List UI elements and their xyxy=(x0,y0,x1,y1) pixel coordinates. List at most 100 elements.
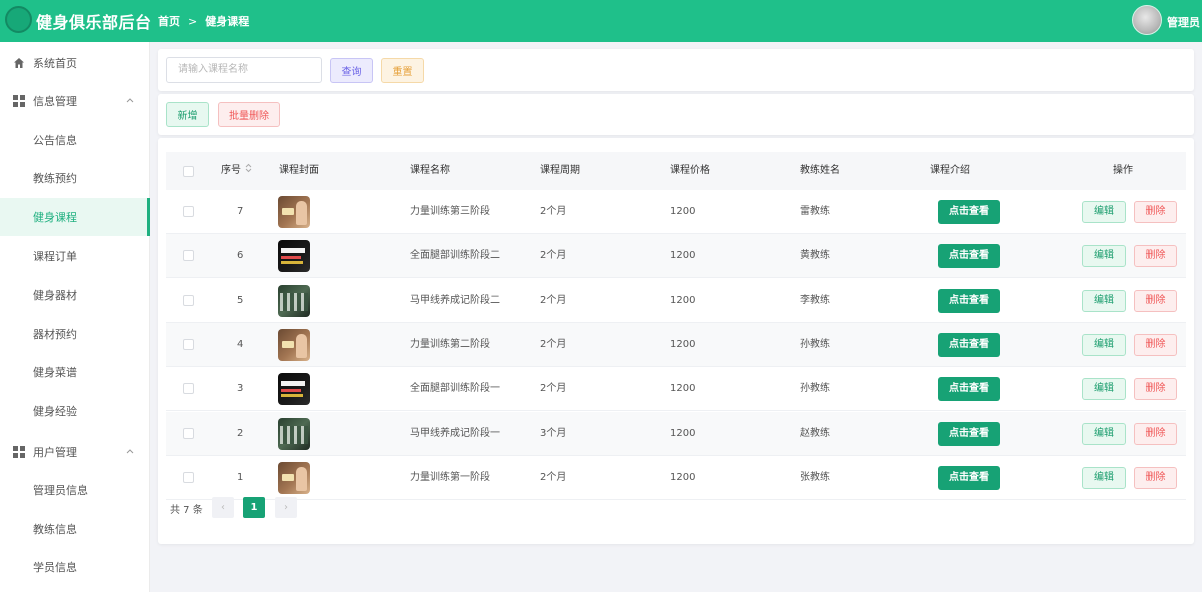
grid-icon xyxy=(13,95,25,107)
edit-button[interactable]: 编辑 xyxy=(1082,422,1126,445)
page-number-button[interactable]: 1 xyxy=(243,497,265,518)
table-header: 序号 课程封面 课程名称 课程周期 课程价格 教练姓名 课程介绍 操作 xyxy=(166,152,1186,190)
course-cover-image xyxy=(278,284,310,317)
delete-button[interactable]: 删除 xyxy=(1134,422,1177,445)
edit-button[interactable]: 编辑 xyxy=(1082,378,1126,401)
view-intro-button[interactable]: 点击查看 xyxy=(938,244,1000,269)
breadcrumb: 首页 > 健身课程 xyxy=(158,13,249,29)
view-intro-button[interactable]: 点击查看 xyxy=(938,332,1000,357)
course-name-search-input[interactable]: 请输入课程名称 xyxy=(166,57,322,83)
cell-coach: 孙教练 xyxy=(800,338,830,350)
cell-no: 6 xyxy=(237,250,244,262)
cell-price: 1200 xyxy=(670,471,696,483)
sidebar-item-label: 健身经验 xyxy=(33,405,77,418)
cell-price: 1200 xyxy=(670,383,696,395)
sidebar-group-users[interactable]: 用户管理 xyxy=(0,433,150,471)
user-name[interactable]: 管理员 xyxy=(1167,14,1200,30)
sidebar-item-equipment[interactable]: 健身器材 xyxy=(0,276,150,314)
cell-no: 1 xyxy=(237,471,244,483)
cell-no: 5 xyxy=(237,294,244,306)
add-button[interactable]: 新增 xyxy=(166,102,209,127)
sidebar-item-admin-info[interactable]: 管理员信息 xyxy=(0,471,150,509)
row-checkbox[interactable] xyxy=(183,383,194,395)
delete-button[interactable]: 删除 xyxy=(1134,466,1177,489)
view-intro-button[interactable]: 点击查看 xyxy=(938,377,1000,402)
select-all-checkbox[interactable] xyxy=(183,166,194,177)
sidebar-item-coach-booking[interactable]: 教练预约 xyxy=(0,159,150,197)
sidebar-item-coach-info[interactable]: 教练信息 xyxy=(0,510,150,548)
sidebar-item-recipe[interactable]: 健身菜谱 xyxy=(0,353,150,391)
prev-page-button[interactable]: ‹ xyxy=(212,497,234,518)
edit-button[interactable]: 编辑 xyxy=(1082,466,1126,489)
breadcrumb-separator: > xyxy=(188,14,198,28)
edit-button[interactable]: 编辑 xyxy=(1082,289,1126,312)
sidebar-item-label: 公告信息 xyxy=(33,134,77,147)
column-header-intro: 课程介绍 xyxy=(930,165,970,176)
cell-coach: 赵教练 xyxy=(800,427,830,439)
batch-delete-button[interactable]: 批量删除 xyxy=(218,102,280,127)
edit-button[interactable]: 编辑 xyxy=(1082,245,1126,268)
logo-icon xyxy=(5,6,32,33)
row-checkbox[interactable] xyxy=(183,206,194,217)
sidebar-item-label: 管理员信息 xyxy=(33,484,88,497)
view-intro-button[interactable]: 点击查看 xyxy=(938,421,1000,446)
view-intro-button[interactable]: 点击查看 xyxy=(938,200,1000,224)
chevron-up-icon xyxy=(126,447,134,457)
top-bar: 健身俱乐部后台 首页 > 健身课程 管理员 xyxy=(0,0,1202,42)
course-cover-image xyxy=(278,417,310,450)
table-row: 6 全面腿部训练阶段二 2个月 1200 黄教练 点击查看 编辑 删除 xyxy=(166,234,1186,279)
sidebar-item-label: 信息管理 xyxy=(33,95,77,108)
delete-button[interactable]: 删除 xyxy=(1134,378,1177,401)
sidebar-item-label: 用户管理 xyxy=(33,446,77,459)
sidebar-item-fitness-course[interactable]: 健身课程 xyxy=(0,198,150,236)
edit-button[interactable]: 编辑 xyxy=(1082,333,1126,356)
column-header-no: 序号 xyxy=(221,165,241,176)
row-checkbox[interactable] xyxy=(183,294,194,306)
course-cover-image xyxy=(278,461,310,494)
delete-button[interactable]: 删除 xyxy=(1134,333,1177,356)
sidebar-item-notice[interactable]: 公告信息 xyxy=(0,121,150,159)
cell-coach: 孙教练 xyxy=(800,383,830,395)
row-checkbox[interactable] xyxy=(183,338,194,350)
breadcrumb-home[interactable]: 首页 xyxy=(158,13,180,29)
view-intro-button[interactable]: 点击查看 xyxy=(938,288,1000,313)
row-checkbox[interactable] xyxy=(183,427,194,439)
delete-button[interactable]: 删除 xyxy=(1134,289,1177,312)
pagination-total: 共 7 条 xyxy=(170,505,203,516)
cell-period: 2个月 xyxy=(540,206,567,217)
actions-panel: 新增 批量删除 xyxy=(158,94,1194,135)
sidebar-item-home[interactable]: 系统首页 xyxy=(0,44,150,82)
next-page-button[interactable]: › xyxy=(275,497,297,518)
table-row: 7 力量训练第三阶段 2个月 1200 雷教练 点击查看 编辑 删除 xyxy=(166,190,1186,234)
avatar[interactable] xyxy=(1132,5,1162,35)
cell-period: 3个月 xyxy=(540,427,567,439)
table-row: 3 全面腿部训练阶段一 2个月 1200 孙教练 点击查看 编辑 删除 xyxy=(166,367,1186,412)
sidebar-item-equipment-booking[interactable]: 器材预约 xyxy=(0,315,150,353)
cell-course-name: 马甲线养成记阶段二 xyxy=(410,294,500,306)
cell-period: 2个月 xyxy=(540,471,567,483)
course-cover-image xyxy=(278,373,310,406)
column-header-actions: 操作 xyxy=(1113,165,1133,176)
course-cover-image xyxy=(278,328,310,361)
sidebar-group-info[interactable]: 信息管理 xyxy=(0,82,150,120)
sidebar-item-label: 器材预约 xyxy=(33,328,77,341)
row-checkbox[interactable] xyxy=(183,471,194,483)
cell-period: 2个月 xyxy=(540,383,567,395)
sidebar-item-course-order[interactable]: 课程订单 xyxy=(0,237,150,275)
reset-button[interactable]: 重置 xyxy=(381,58,424,83)
column-header-cover: 课程封面 xyxy=(279,165,319,176)
cell-course-name: 全面腿部训练阶段一 xyxy=(410,383,500,395)
delete-button[interactable]: 删除 xyxy=(1134,201,1177,223)
cell-course-name: 马甲线养成记阶段一 xyxy=(410,427,500,439)
view-intro-button[interactable]: 点击查看 xyxy=(938,465,1000,490)
sidebar-item-experience[interactable]: 健身经验 xyxy=(0,392,150,430)
table-row: 5 马甲线养成记阶段二 2个月 1200 李教练 点击查看 编辑 删除 xyxy=(166,278,1186,323)
table-panel: 序号 课程封面 课程名称 课程周期 课程价格 教练姓名 课程介绍 操作 7 力量训… xyxy=(158,138,1194,544)
query-button[interactable]: 查询 xyxy=(330,58,373,83)
cell-no: 3 xyxy=(237,383,244,395)
edit-button[interactable]: 编辑 xyxy=(1082,201,1126,223)
sort-icon[interactable] xyxy=(245,152,252,190)
sidebar-item-member-info[interactable]: 学员信息 xyxy=(0,548,150,586)
row-checkbox[interactable] xyxy=(183,250,194,262)
delete-button[interactable]: 删除 xyxy=(1134,245,1177,268)
